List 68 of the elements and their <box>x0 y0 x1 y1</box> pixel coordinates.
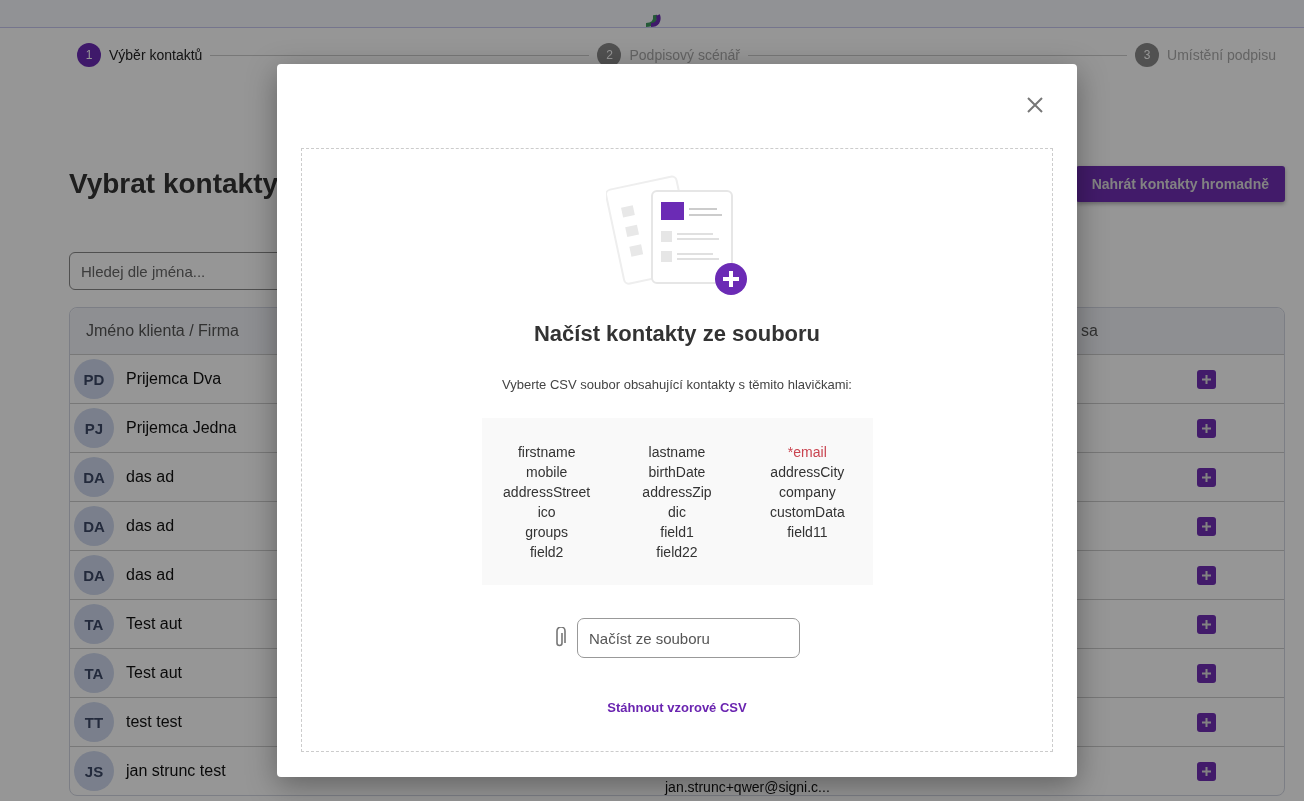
contact-name: das ad <box>126 566 175 584</box>
csv-header-name: dic <box>668 503 686 522</box>
contact-name: das ad <box>126 517 175 535</box>
plus-icon <box>1200 520 1212 532</box>
plus-icon <box>1200 618 1212 630</box>
step-number: 2 <box>597 43 622 67</box>
csv-header-name: field22 <box>656 543 698 562</box>
csv-header-name: field11 <box>787 523 828 542</box>
contact-name: das ad <box>126 468 175 486</box>
contact-name: jan strunc test <box>126 762 226 780</box>
csv-header-name: lastname <box>648 443 706 462</box>
csv-header-name: addressCity <box>770 463 845 482</box>
add-button[interactable] <box>1196 663 1216 683</box>
contact-name: Test aut <box>126 664 183 682</box>
contact-name: Test aut <box>126 615 183 633</box>
avatar: PD <box>74 359 114 399</box>
page-title: Vybrat kontakty <box>69 168 279 200</box>
plus-icon <box>1200 716 1212 728</box>
avatar: TA <box>74 653 114 693</box>
csv-header-name: company <box>778 483 836 502</box>
add-button[interactable] <box>1196 614 1216 634</box>
csv-header-name: groups <box>525 523 569 542</box>
close-icon <box>1025 95 1045 115</box>
avatar: DA <box>74 457 114 497</box>
add-button[interactable] <box>1196 516 1216 536</box>
csv-header-name: addressZip <box>642 483 712 502</box>
instruction-text: Vyberte CSV soubor obsahující kontakty s těmito hlavičkami: <box>502 377 852 392</box>
add-button[interactable] <box>1196 467 1216 487</box>
paperclip-icon <box>554 627 566 649</box>
avatar: DA <box>74 555 114 595</box>
csv-header-name: field1 <box>660 523 694 542</box>
avatar: PJ <box>74 408 114 448</box>
plus-icon <box>1200 471 1212 483</box>
csv-header-name: addressStreet <box>503 483 591 502</box>
csv-header-name: mobile <box>526 463 568 482</box>
close-button[interactable] <box>1025 95 1045 115</box>
column-header: sa <box>1081 322 1098 340</box>
csv-header-name: birthDate <box>648 463 706 482</box>
avatar: TT <box>74 702 114 742</box>
contact-email: jan.strunc+qwer@signi.c... <box>665 779 831 795</box>
csv-header-name: firstname <box>517 443 576 462</box>
download-sample-link[interactable]: Stáhnout vzorové CSV <box>607 700 747 715</box>
step-number: 3 <box>1135 43 1160 67</box>
add-button[interactable] <box>1196 418 1216 438</box>
add-button[interactable] <box>1196 565 1216 585</box>
plus-icon <box>1200 569 1212 581</box>
csv-header-name: customData <box>769 503 845 522</box>
plus-icon <box>1200 765 1212 777</box>
plus-icon <box>1200 422 1212 434</box>
avatar: TA <box>74 604 114 644</box>
column-header: Jméno klienta / Firma <box>86 322 239 340</box>
contact-name: test test <box>126 713 183 731</box>
csv-header-name: ico <box>537 503 556 522</box>
contact-name: Prijemca Dva <box>126 370 222 388</box>
csv-header-name: *email <box>787 443 827 462</box>
step-number: 1 <box>77 43 101 67</box>
contact-name: Prijemca Jedna <box>126 419 237 437</box>
file-input-field[interactable]: Načíst ze souboru <box>577 618 800 658</box>
step-label: Výběr kontaktů <box>109 47 203 63</box>
avatar: DA <box>74 506 114 546</box>
add-button[interactable] <box>1196 712 1216 732</box>
add-button[interactable] <box>1196 761 1216 781</box>
plus-icon <box>1200 373 1212 385</box>
avatar: JS <box>74 751 114 791</box>
csv-header-name: field2 <box>529 543 564 562</box>
plus-icon <box>1200 667 1212 679</box>
add-button[interactable] <box>1196 369 1216 389</box>
dialog-title: Načíst kontakty ze souboru <box>533 321 821 347</box>
